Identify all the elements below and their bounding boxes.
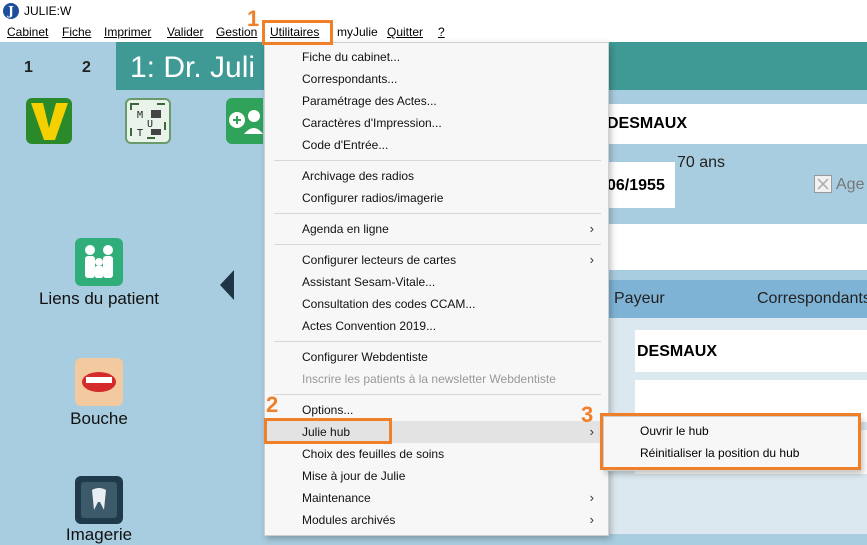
menu-cabinet[interactable]: Cabinet (7, 25, 48, 39)
payer-name: DESMAUX (637, 343, 718, 360)
liens-du-patient-label[interactable]: Liens du patient (9, 289, 189, 309)
callout-number-1: 1 (247, 6, 260, 31)
add-patient-icon[interactable] (226, 98, 263, 144)
menu-item-modules-archives[interactable]: Modules archivés › (265, 509, 608, 531)
menu-item-configurer-webdentiste[interactable]: Configurer Webdentiste (265, 346, 608, 368)
submenu-chevron-icon: › (589, 252, 594, 267)
dob-field[interactable]: 06/1955 (607, 162, 675, 208)
info-field[interactable] (607, 224, 867, 270)
patient-name-field[interactable]: DESMAUX (607, 104, 867, 144)
patient-name: DESMAUX (607, 115, 688, 132)
family-icon[interactable] (75, 238, 123, 286)
menu-item-actes-convention[interactable]: Actes Convention 2019... (265, 315, 608, 337)
page-title: 1: Dr. Juli (130, 51, 256, 84)
menu-item-caracteres-impression[interactable]: Caractères d'Impression... (265, 112, 608, 134)
menu-help[interactable]: ? (438, 25, 445, 39)
menu-item-codes-ccam[interactable]: Consultation des codes CCAM... (265, 293, 608, 315)
svg-text:M: M (137, 110, 143, 121)
menu-bar: Cabinet Fiche Imprimer Valider Gestion U… (0, 22, 867, 43)
checkbox-x-icon (817, 178, 829, 190)
menu-fiche[interactable]: Fiche (62, 25, 91, 39)
tab-1[interactable]: 1 (24, 59, 33, 77)
patient-tabs-bar: Payeur Correspondants (607, 280, 867, 318)
menu-item-sesam-vitale[interactable]: Assistant Sesam-Vitale... (265, 271, 608, 293)
menu-separator (274, 244, 601, 245)
age-value: 70 ans (677, 154, 726, 171)
submenu-chevron-icon: › (589, 512, 594, 527)
callout-box-utilitaires (262, 20, 333, 45)
menu-separator (274, 213, 601, 214)
menu-myjulie[interactable]: myJulie (337, 25, 378, 39)
menu-item-parametrage-actes[interactable]: Paramétrage des Actes... (265, 90, 608, 112)
title-bar: J JULIE:W (0, 0, 867, 22)
menu-item-newsletter-webdentiste: Inscrire les patients à la newsletter We… (302, 372, 556, 386)
menu-item-lecteurs-cartes[interactable]: Configurer lecteurs de cartes › (265, 249, 608, 271)
validate-v-icon[interactable] (26, 98, 72, 144)
menu-item-configurer-radios[interactable]: Configurer radios/imagerie (265, 187, 608, 209)
callout-box-julie-hub (264, 418, 392, 444)
mouth-icon[interactable] (75, 358, 123, 406)
callout-number-3: 3 (581, 402, 594, 427)
app-logo-icon: J (3, 3, 19, 19)
tab-payeur[interactable]: Payeur (614, 290, 665, 308)
menu-item-code-entree[interactable]: Code d'Entrée... (265, 134, 608, 156)
menu-item-maintenance[interactable]: Maintenance › (265, 487, 608, 509)
menu-quitter[interactable]: Quitter (387, 25, 423, 39)
dob-value: 06/1955 (607, 177, 665, 194)
menu-imprimer[interactable]: Imprimer (104, 25, 151, 39)
payer-name-field[interactable]: DESMAUX (635, 330, 867, 372)
mut-qr-icon[interactable]: M U T (125, 98, 171, 144)
callout-box-submenu (600, 413, 861, 470)
menu-item-fiche-cabinet[interactable]: Fiche du cabinet... (265, 46, 608, 68)
callout-number-2: 2 (266, 392, 279, 417)
age-checkbox-label: Age (836, 176, 865, 193)
svg-text:T: T (137, 128, 143, 139)
age-checkbox[interactable] (814, 175, 832, 193)
menu-separator (274, 160, 601, 161)
menu-item-agenda-en-ligne[interactable]: Agenda en ligne › (265, 218, 608, 240)
tab-2[interactable]: 2 (82, 59, 91, 77)
window-title: JULIE:W (24, 4, 72, 18)
imagerie-label[interactable]: Imagerie (9, 525, 189, 545)
utilitaires-menu: Fiche du cabinet... Correspondants... Pa… (264, 42, 609, 536)
menu-item-correspondants[interactable]: Correspondants... (265, 68, 608, 90)
menu-item-feuilles-soins[interactable]: Choix des feuilles de soins (265, 443, 608, 465)
collapse-arrow-icon[interactable] (220, 270, 234, 300)
menu-separator (274, 394, 601, 395)
submenu-chevron-icon: › (589, 221, 594, 236)
menu-valider[interactable]: Valider (167, 25, 203, 39)
left-sidebar: 1 2 M U T Liens du patient Bouche Imager… (0, 42, 263, 544)
tab-correspondants[interactable]: Correspondants (757, 290, 867, 308)
bouche-label[interactable]: Bouche (9, 409, 189, 429)
menu-item-archivage-radios[interactable]: Archivage des radios (265, 165, 608, 187)
menu-item-mise-a-jour[interactable]: Mise à jour de Julie (265, 465, 608, 487)
svg-text:U: U (147, 119, 153, 130)
xray-icon[interactable] (75, 476, 123, 524)
menu-separator (274, 341, 601, 342)
submenu-chevron-icon: › (589, 490, 594, 505)
